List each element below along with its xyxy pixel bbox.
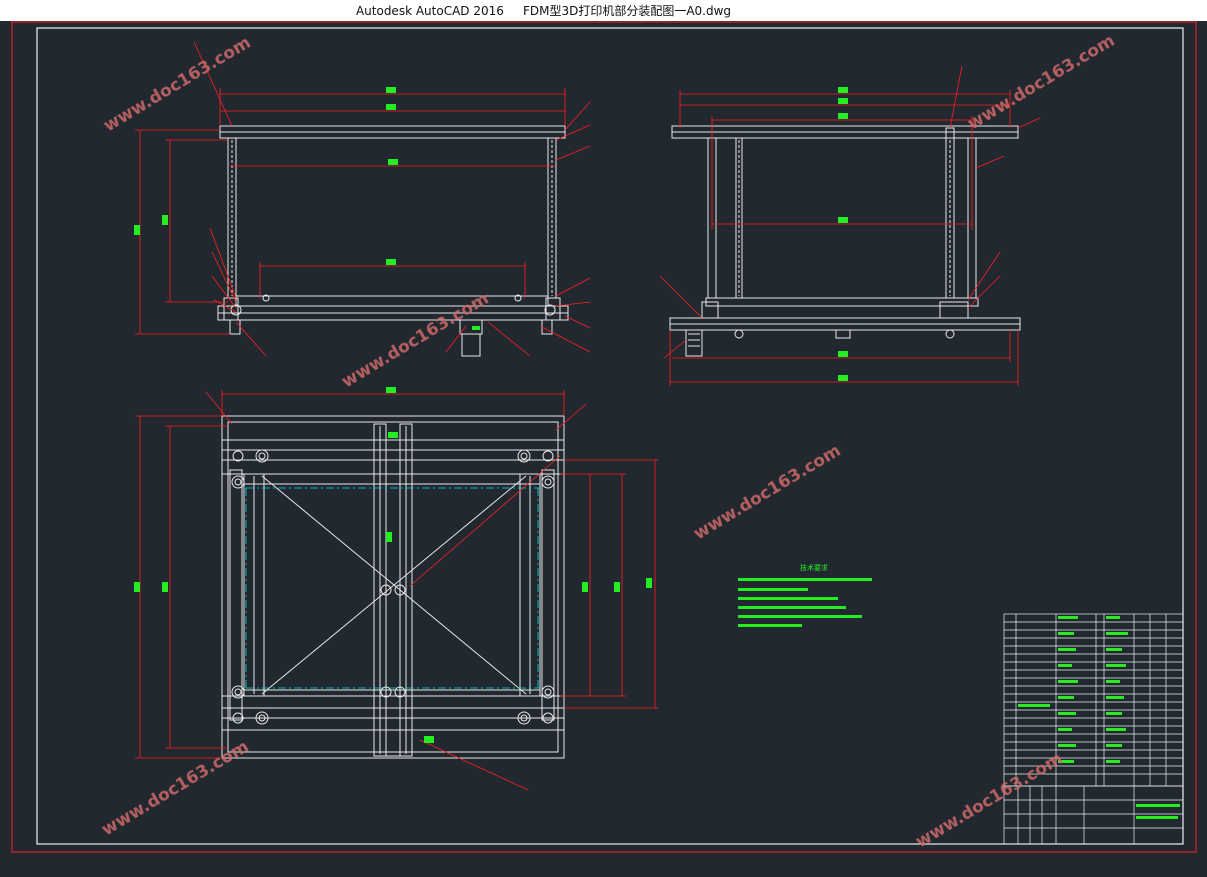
watermark-text: www.doc163.com [100, 33, 254, 137]
watermark-text: www.doc163.com [964, 31, 1118, 135]
window-title: Autodesk AutoCAD 2016 FDM型3D打印机部分装配图一A0.… [355, 4, 732, 18]
drawing-border [36, 27, 1184, 845]
side-view-dim-text [838, 87, 848, 381]
front-view-dimensions [135, 41, 591, 357]
front-view-dim-text [134, 87, 480, 330]
top-view-centerlines [245, 487, 540, 689]
watermark-text: www.doc163.com [338, 289, 492, 393]
side-view [669, 125, 1021, 357]
drawing-frame [11, 21, 1197, 853]
parts-list [1003, 613, 1184, 845]
notes-title: 技术要求 [800, 563, 828, 572]
watermark-text: www.doc163.com [98, 737, 252, 841]
top-view [221, 415, 565, 759]
window-titlebar: Autodesk AutoCAD 2016 FDM型3D打印机部分装配图一A0.… [0, 0, 1207, 21]
watermark-text: www.doc163.com [690, 441, 844, 545]
watermarks: www.doc163.com www.doc163.com www.doc163… [98, 31, 1118, 853]
drawing-canvas[interactable]: 技术要求 www.doc163.com www.doc163.com www.d… [0, 21, 1207, 873]
technical-notes: 技术要求 [738, 563, 872, 627]
watermark-text: www.doc163.com [912, 749, 1066, 853]
